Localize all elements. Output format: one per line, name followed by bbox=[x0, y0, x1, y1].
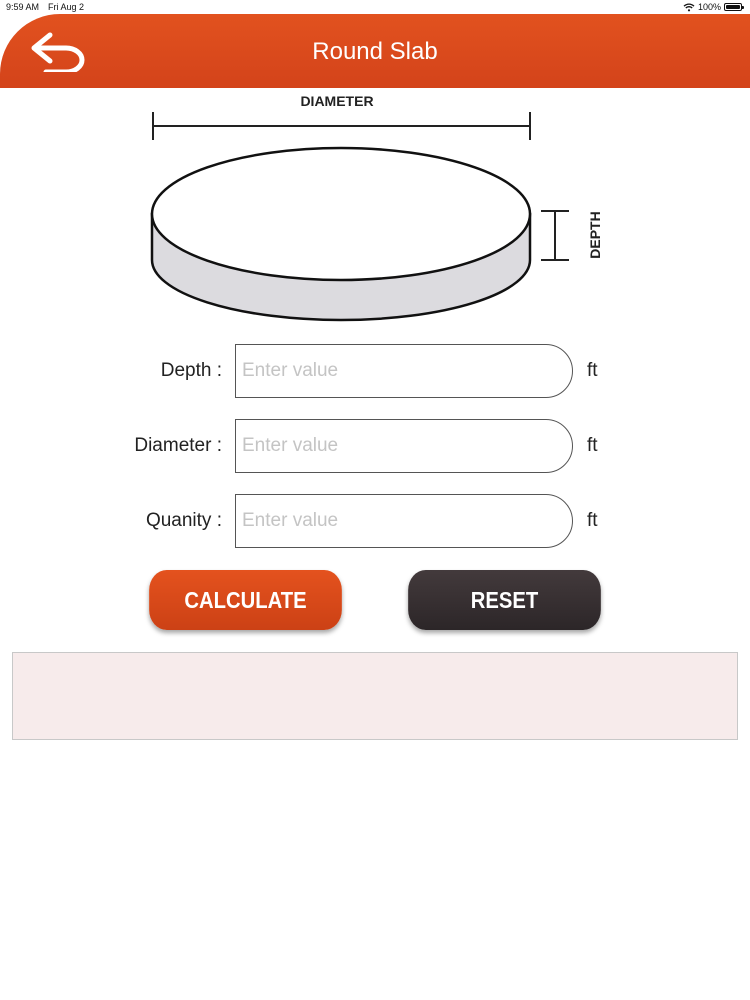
status-right: 100% bbox=[683, 2, 744, 12]
diameter-label-text: Diameter : bbox=[134, 435, 222, 456]
status-date: Fri Aug 2 bbox=[48, 2, 85, 12]
status-bar: 9:59 AM Fri Aug 2 100% bbox=[0, 0, 750, 14]
battery-fill bbox=[726, 5, 740, 9]
calculate-button[interactable]: CALCULATE bbox=[149, 570, 342, 630]
battery-percent: 100% bbox=[697, 2, 721, 12]
depth-label: DEPTH bbox=[587, 211, 603, 258]
reset-button[interactable]: RESET bbox=[408, 570, 601, 630]
quantity-row: Quanity : ft bbox=[0, 492, 750, 548]
header-bar: Round Slab bbox=[0, 14, 750, 88]
result-panel bbox=[12, 652, 738, 740]
diameter-label: DIAMETER bbox=[300, 93, 373, 109]
diameter-unit: ft bbox=[587, 435, 598, 456]
diameter-row: Diameter : ft bbox=[0, 417, 750, 473]
quantity-input[interactable] bbox=[235, 494, 573, 548]
depth-input[interactable] bbox=[235, 344, 573, 398]
quantity-label-text: Quanity : bbox=[145, 510, 222, 531]
slab-top bbox=[150, 146, 532, 282]
battery-icon bbox=[724, 3, 744, 11]
status-time: 9:59 AM bbox=[6, 2, 40, 12]
diameter-input[interactable] bbox=[235, 419, 573, 473]
quantity-unit: ft bbox=[587, 510, 598, 531]
depth-row: Depth : ft bbox=[0, 342, 750, 398]
wifi-icon bbox=[683, 2, 695, 11]
page-title: Round Slab bbox=[312, 38, 438, 65]
depth-label-text: Depth : bbox=[160, 360, 222, 381]
depth-unit: ft bbox=[587, 360, 598, 381]
round-slab-diagram: DIAMETER DEPTH bbox=[150, 93, 603, 322]
